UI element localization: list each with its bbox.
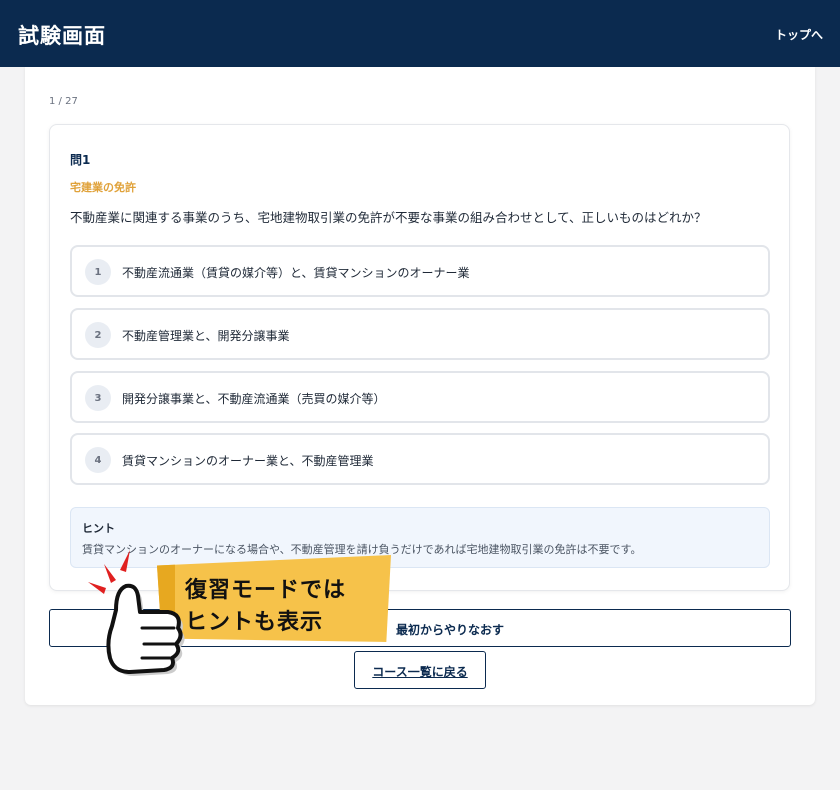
answer-option-1[interactable]: 1 不動産流通業（賃貸の媒介等）と、賃貸マンションのオーナー業 — [70, 245, 770, 297]
page-title: 試験画面 — [18, 23, 106, 48]
back-button-label: コース一覧に戻る — [372, 665, 468, 679]
option-number-badge: 2 — [85, 322, 111, 348]
answer-option-2[interactable]: 2 不動産管理業と、開発分譲事業 — [70, 308, 770, 360]
option-label: 賃貸マンションのオーナー業と、不動産管理業 — [122, 454, 374, 468]
promo-line-1: 復習モードでは — [185, 578, 347, 603]
answer-option-4[interactable]: 4 賃貸マンションのオーナー業と、不動産管理業 — [70, 433, 770, 485]
question-category: 宅建業の免許 — [70, 181, 136, 194]
back-to-courses-button[interactable]: コース一覧に戻る — [354, 651, 486, 689]
question-text: 不動産業に関連する事業のうち、宅地建物取引業の免許が不要な事業の組み合わせとして… — [70, 210, 707, 225]
answer-option-3[interactable]: 3 開発分譲事業と、不動産流通業（売買の媒介等） — [70, 371, 770, 423]
question-number: 問1 — [70, 153, 91, 167]
option-label: 開発分譲事業と、不動産流通業（売買の媒介等） — [122, 392, 386, 406]
app-header: 試験画面 トップへ — [0, 0, 840, 67]
option-number-badge: 3 — [85, 385, 111, 411]
top-link[interactable]: トップへ — [775, 26, 823, 43]
promo-line-2: ヒントも表示 — [185, 610, 324, 635]
promo-banner: 復習モードでは ヒントも表示 — [157, 555, 391, 642]
hint-title: ヒント — [82, 522, 115, 535]
thumbs-up-icon — [88, 550, 185, 676]
option-label: 不動産管理業と、開発分譲事業 — [122, 329, 290, 343]
option-label: 不動産流通業（賃貸の媒介等）と、賃貸マンションのオーナー業 — [122, 266, 470, 280]
option-number-badge: 4 — [85, 447, 111, 473]
progress-indicator: 1 / 27 — [49, 96, 78, 107]
option-number-badge: 1 — [85, 259, 111, 285]
